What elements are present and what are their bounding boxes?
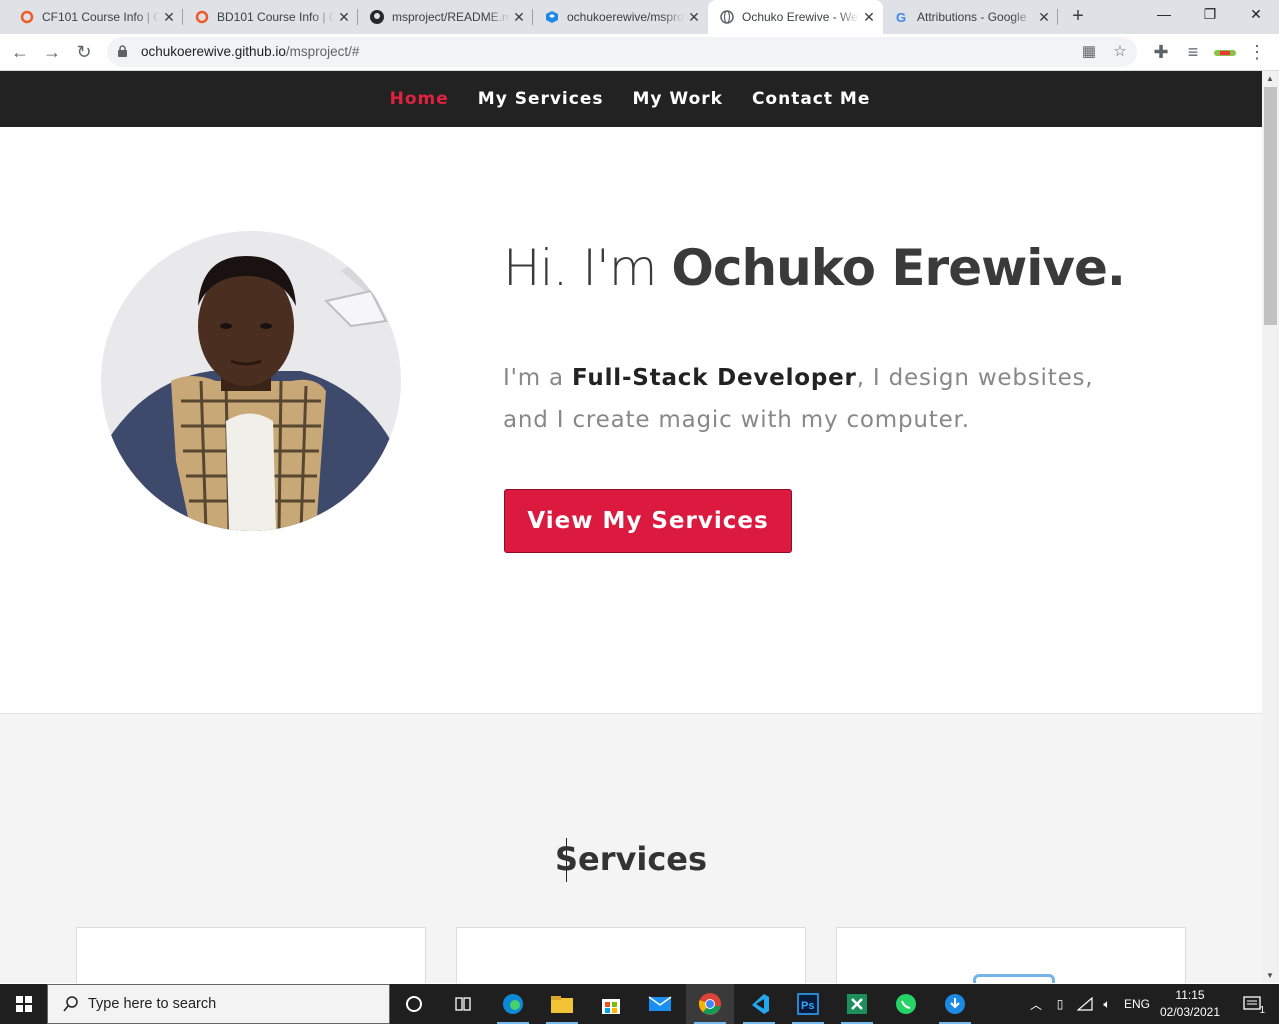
vscode-icon[interactable] xyxy=(735,984,783,1024)
taskbar-search-box[interactable]: Type here to search xyxy=(47,984,390,1024)
address-bar[interactable]: ochukoerewive.github.io/msproject/# ▦ ☆ xyxy=(107,37,1137,67)
scrollbar-thumb[interactable] xyxy=(1264,87,1277,325)
back-button[interactable]: ← xyxy=(8,40,32,64)
menu-kebab-icon[interactable]: ⋮ xyxy=(1245,40,1269,64)
windows-start-button[interactable] xyxy=(0,984,47,1024)
page-scrollbar[interactable]: ▲ ▼ xyxy=(1262,71,1279,983)
close-tab-icon[interactable]: ✕ xyxy=(1036,9,1052,25)
codesandbox-icon xyxy=(545,10,559,24)
close-tab-icon[interactable]: ✕ xyxy=(686,9,702,25)
nav-my-services[interactable]: My Services xyxy=(478,89,604,109)
windows-logo-icon xyxy=(15,996,32,1012)
close-tab-icon[interactable]: ✕ xyxy=(511,9,527,25)
chrome-icon[interactable] xyxy=(686,984,734,1024)
restore-button[interactable]: ❐ xyxy=(1187,0,1233,30)
notification-count-badge: 1 xyxy=(1259,1005,1265,1016)
clock-date: 02/03/2021 xyxy=(1159,1005,1221,1019)
profile-avatar[interactable] xyxy=(1213,40,1237,64)
clock-time: 11:15 xyxy=(1175,988,1205,1002)
scroll-down-arrow-icon[interactable]: ▼ xyxy=(1266,971,1274,980)
hero-heading: Hi. I'm Ochuko Erewive. xyxy=(503,239,1126,297)
volume-icon[interactable]: 🔈︎ xyxy=(1097,984,1117,1024)
scroll-up-arrow-icon[interactable]: ▲ xyxy=(1266,74,1274,83)
file-explorer-icon[interactable] xyxy=(538,984,586,1024)
browser-toolbar: ← → ↻ ochukoerewive.github.io/msproject/… xyxy=(0,34,1279,71)
close-tab-icon[interactable]: ✕ xyxy=(861,9,877,25)
minimize-button[interactable]: — xyxy=(1141,0,1187,30)
task-view-icon[interactable] xyxy=(439,984,487,1024)
device-icon[interactable]: ▯ xyxy=(1050,984,1070,1024)
service-card xyxy=(76,927,426,983)
photoshop-icon[interactable]: Ps xyxy=(784,984,832,1024)
google-icon: G xyxy=(895,10,909,24)
mail-icon[interactable] xyxy=(636,984,684,1024)
hero-greeting: Hi. I'm xyxy=(503,239,672,297)
tagline-prefix: I'm a xyxy=(503,365,573,391)
tab-bd101[interactable]: BD101 Course Info | C ✕ xyxy=(183,0,358,34)
windows-taskbar: Type here to search Ps ︿ ▯ 🔈︎ ENG 11:15 … xyxy=(0,984,1279,1024)
extensions-puzzle-icon[interactable]: ✚ xyxy=(1149,40,1173,64)
hero-name: Ochuko Erewive. xyxy=(671,239,1126,297)
reload-button[interactable]: ↻ xyxy=(72,40,96,64)
services-heading: Services xyxy=(554,840,708,878)
tab-title: Attributions - Google xyxy=(917,10,1027,24)
svg-text:Ps: Ps xyxy=(801,1000,814,1012)
url-text: ochukoerewive.github.io/msproject/# xyxy=(141,44,359,59)
services-section: Services xyxy=(0,714,1262,983)
close-window-button[interactable]: ✕ xyxy=(1233,0,1279,30)
search-icon xyxy=(62,995,80,1018)
svg-text:G: G xyxy=(896,10,906,24)
search-placeholder: Type here to search xyxy=(88,996,217,1012)
tagline-role: Full-Stack Developer xyxy=(572,365,857,391)
download-manager-icon[interactable] xyxy=(931,984,979,1024)
tab-attributions[interactable]: G Attributions - Google ✕ xyxy=(883,0,1058,34)
action-center-button[interactable]: 1 xyxy=(1233,984,1273,1024)
new-tab-button[interactable]: + xyxy=(1066,5,1090,29)
tab-readme[interactable]: msproject/README.md ✕ xyxy=(358,0,533,34)
site-nav: Home My Services My Work Contact Me xyxy=(0,71,1262,127)
service-card-illustration xyxy=(973,974,1055,983)
translate-icon[interactable]: ▦ xyxy=(1079,42,1099,62)
store-icon[interactable] xyxy=(587,984,635,1024)
tab-title: Ochuko Erewive - Web xyxy=(742,10,860,24)
url-host: ochukoerewive.github.io xyxy=(141,44,286,59)
forward-button[interactable]: → xyxy=(40,40,64,64)
tab-strip: CF101 Course Info | C ✕ BD101 Course Inf… xyxy=(0,0,1279,34)
whatsapp-icon[interactable] xyxy=(882,984,930,1024)
tab-title: CF101 Course Info | C xyxy=(42,10,160,24)
reading-list-icon[interactable]: ≡ xyxy=(1181,40,1205,64)
orange-ring-icon xyxy=(20,10,34,24)
tab-cf101[interactable]: CF101 Course Info | C ✕ xyxy=(8,0,183,34)
nav-my-work[interactable]: My Work xyxy=(633,89,723,109)
view-my-services-button[interactable]: View My Services xyxy=(504,489,792,553)
orange-ring-icon xyxy=(195,10,209,24)
lock-icon xyxy=(117,45,128,63)
github-icon xyxy=(370,10,384,24)
tab-title: BD101 Course Info | C xyxy=(217,10,335,24)
hero-tagline: I'm a Full-Stack Developer, I design web… xyxy=(503,357,1143,441)
tab-codesandbox[interactable]: ochukoerewive/msproject ✕ xyxy=(533,0,708,34)
url-path: /msproject/# xyxy=(285,44,360,59)
hero-section: Hi. I'm Ochuko Erewive. I'm a Full-Stack… xyxy=(0,127,1262,714)
bookmark-star-icon[interactable]: ☆ xyxy=(1110,42,1130,62)
network-icon[interactable] xyxy=(1074,984,1096,1024)
globe-icon xyxy=(720,10,734,24)
tab-title: msproject/README.md xyxy=(392,10,510,24)
tab-title: ochukoerewive/msproject xyxy=(567,10,685,24)
service-card xyxy=(456,927,806,983)
edge-icon[interactable] xyxy=(489,984,537,1024)
tab-active-portfolio[interactable]: Ochuko Erewive - Web ✕ xyxy=(708,0,883,34)
language-indicator[interactable]: ENG xyxy=(1120,984,1154,1024)
system-clock[interactable]: 11:15 02/03/2021 xyxy=(1157,987,1223,1021)
profile-photo xyxy=(101,231,401,531)
show-hidden-icons-chevron-icon[interactable]: ︿ xyxy=(1026,984,1046,1024)
page-viewport: Home My Services My Work Contact Me Hi. … xyxy=(0,71,1262,983)
service-card xyxy=(836,927,1186,983)
nav-home[interactable]: Home xyxy=(390,89,449,109)
close-tab-icon[interactable]: ✕ xyxy=(336,9,352,25)
cortana-icon[interactable] xyxy=(390,984,438,1024)
nav-contact-me[interactable]: Contact Me xyxy=(752,89,870,109)
spreadsheet-app-icon[interactable] xyxy=(833,984,881,1024)
close-tab-icon[interactable]: ✕ xyxy=(161,9,177,25)
